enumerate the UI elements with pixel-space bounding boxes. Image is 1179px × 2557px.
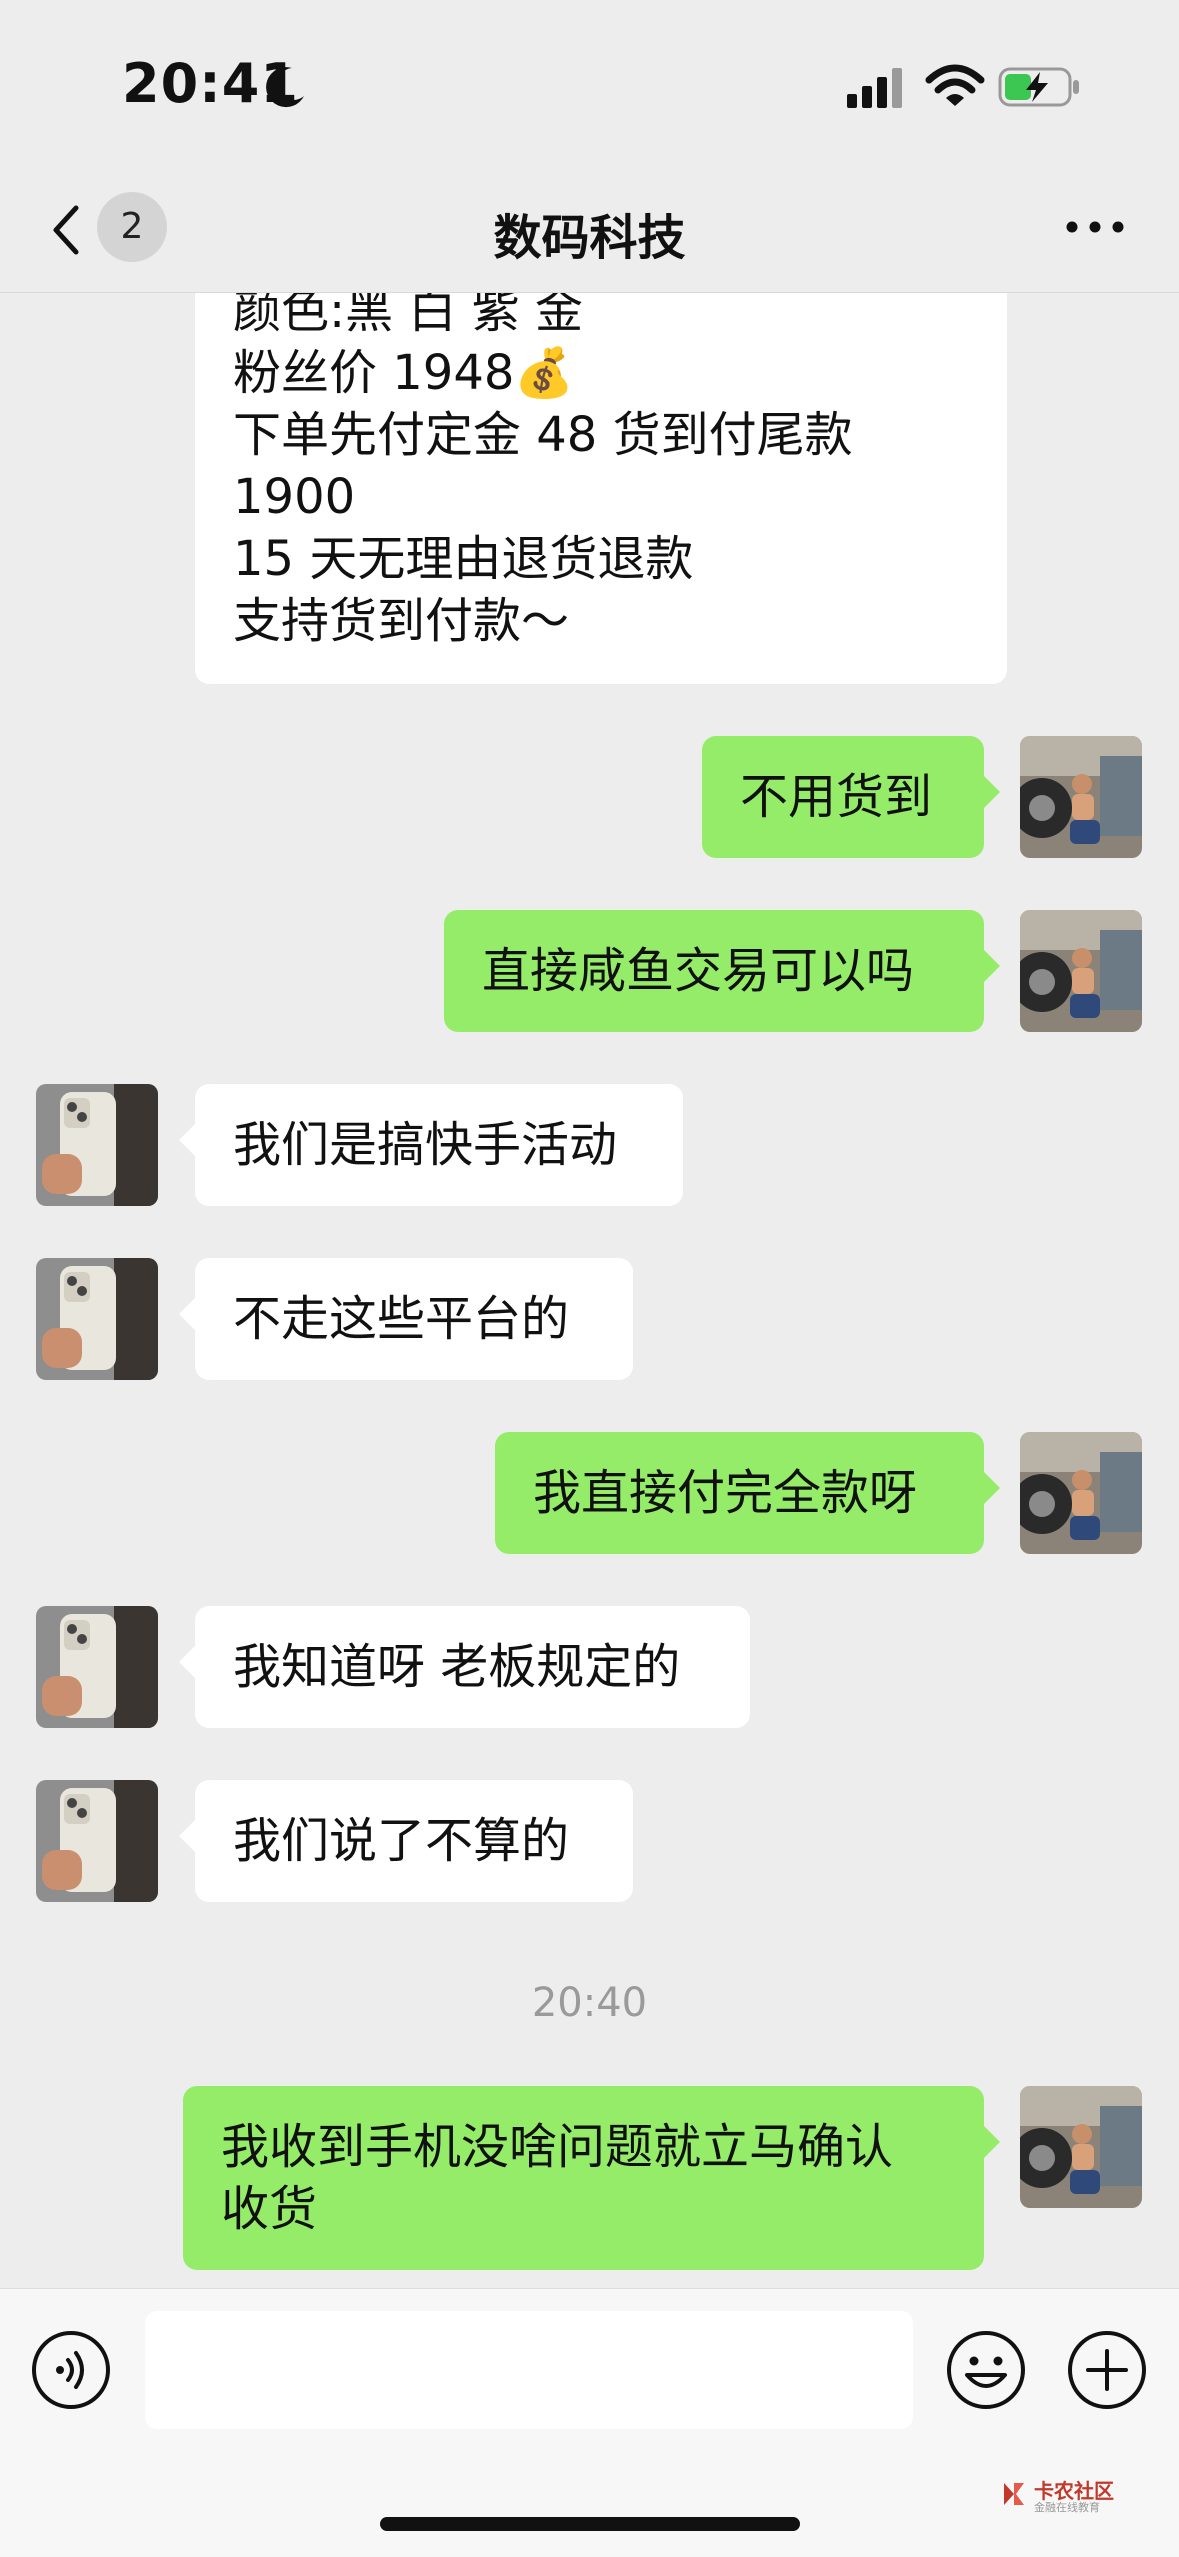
phone-avatar-icon <box>36 1780 158 1902</box>
my-avatar[interactable] <box>1020 2086 1142 2208</box>
input-bar: 卡农社区 金融在线教育 <box>0 2288 1179 2557</box>
message-bubble-outgoing[interactable]: 我收到手机没啥问题就立马确认 收货 <box>183 2086 1000 2270</box>
message-input[interactable] <box>145 2311 913 2429</box>
message-bubble-outgoing[interactable]: 不用货到 <box>702 736 1000 858</box>
person-avatar-icon <box>1020 910 1142 1032</box>
message-bubble-incoming[interactable]: 颜色:黑 白 紫 金 粉丝价 1948💰 下单先付定金 48 货到付尾款 190… <box>195 292 1007 684</box>
watermark-subtitle: 金融在线教育 <box>1034 2501 1100 2514</box>
contact-avatar[interactable] <box>36 1084 158 1206</box>
phone-avatar-icon <box>36 1258 158 1380</box>
message-list[interactable]: 颜色:黑 白 紫 金 粉丝价 1948💰 下单先付定金 48 货到付尾款 190… <box>0 292 1179 2288</box>
kanong-logo-icon <box>1004 2483 1024 2505</box>
voice-icon[interactable] <box>30 2329 112 2411</box>
person-avatar-icon <box>1020 736 1142 858</box>
person-avatar-icon <box>1020 1432 1142 1554</box>
message-timestamp: 20:40 <box>531 1980 648 2026</box>
my-avatar[interactable] <box>1020 1432 1142 1554</box>
message-bubble-outgoing[interactable]: 我直接付完全款呀 <box>495 1432 1000 1554</box>
message-bubble-incoming[interactable]: 我们是搞快手活动 <box>179 1084 683 1206</box>
contact-avatar[interactable] <box>36 1780 158 1902</box>
phone-avatar-icon <box>36 1606 158 1728</box>
wifi-icon <box>925 64 985 106</box>
status-bar: 20:41 <box>0 0 1179 170</box>
message-bubble-incoming[interactable]: 我们说了不算的 <box>179 1780 633 1902</box>
contact-avatar[interactable] <box>36 1606 158 1728</box>
phone-avatar-icon <box>36 1084 158 1206</box>
message-bubble-outgoing[interactable]: 直接咸鱼交易可以吗 <box>444 910 1000 1032</box>
my-avatar[interactable] <box>1020 910 1142 1032</box>
person-avatar-icon <box>1020 2086 1142 2208</box>
message-bubble-incoming[interactable]: 我知道呀 老板规定的 <box>179 1606 750 1728</box>
moon-icon <box>266 67 304 108</box>
contact-avatar[interactable] <box>36 1258 158 1380</box>
emoji-icon[interactable] <box>945 2329 1027 2411</box>
watermark: 卡农社区 金融在线教育 <box>1000 2475 1140 2515</box>
more-dots-icon[interactable] <box>1060 202 1130 252</box>
chat-header: 2 数码科技 <box>0 170 1179 293</box>
cellular-signal-icon <box>847 68 902 108</box>
chat-title: 数码科技 <box>493 210 686 266</box>
message-bubble-incoming[interactable]: 不走这些平台的 <box>179 1258 633 1380</box>
battery-charging-icon <box>998 67 1079 107</box>
home-indicator[interactable] <box>380 2517 800 2531</box>
my-avatar[interactable] <box>1020 736 1142 858</box>
plus-icon[interactable] <box>1066 2329 1148 2411</box>
